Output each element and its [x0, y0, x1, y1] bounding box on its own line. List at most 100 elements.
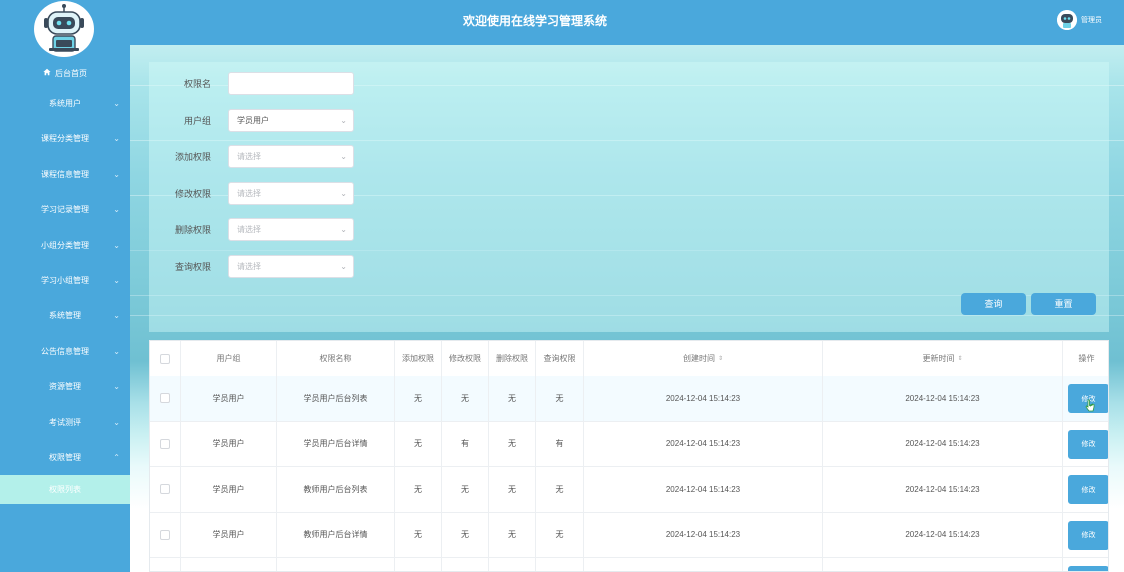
- cell-created: 2024-12-04 15:14:23: [584, 512, 823, 557]
- edit-button[interactable]: 修改: [1068, 520, 1108, 550]
- edit-button[interactable]: 修改: [1068, 475, 1108, 504]
- sidebar-item-label: 资源管理: [49, 382, 81, 392]
- chevron-down-icon: ⌄: [113, 99, 120, 108]
- select-placeholder: 请选择: [237, 188, 261, 198]
- cell-delete: 无: [489, 421, 536, 466]
- row-checkbox[interactable]: [160, 529, 170, 540]
- cell-updated: 2024-12-04 15:14:23: [823, 421, 1063, 466]
- field-label: 添加权限: [174, 151, 211, 162]
- sort-icon: ⇕: [957, 356, 963, 362]
- sidebar-item-home[interactable]: 后台首页: [0, 62, 130, 86]
- cell-edit: 无: [442, 467, 489, 512]
- row-select-cell: [150, 376, 181, 421]
- edit-button[interactable]: 修改: [1068, 429, 1108, 459]
- sidebar-item-course-category[interactable]: 课程分类管理 ⌄: [0, 121, 130, 156]
- column-header: 修改权限: [442, 341, 489, 376]
- reset-button[interactable]: 重置: [1031, 293, 1096, 315]
- chevron-down-icon: ⌄: [113, 382, 120, 392]
- cell-user-group: 学员用户: [181, 512, 277, 557]
- chevron-down-icon: ⌄: [113, 205, 120, 215]
- search-row-delete-permission: 删除权限 请选择 ⌄: [149, 217, 354, 241]
- cell-created: 2024-12-04 15:14:23: [584, 467, 823, 512]
- table-header: 用户组 权限名称 添加权限 修改权限 删除权限 查询权限 创建时间 ⇕ 更新时间 ⇕…: [150, 341, 1108, 377]
- cell-user-group: 学员用户: [181, 376, 277, 421]
- permissions-table: 用户组 权限名称 添加权限 修改权限 删除权限 查询权限 创建时间 ⇕ 更新时间 ⇕…: [149, 340, 1109, 572]
- cell-updated: 2024-12-04 15:14:23: [823, 467, 1063, 512]
- user-menu[interactable]: 管理员: [1057, 10, 1102, 30]
- table-row: 学员用户 教师用户后台详情 无 无 无 无 2024-12-04 15:14:2…: [150, 512, 1108, 558]
- edit-permission-select[interactable]: 请选择 ⌄: [228, 181, 354, 205]
- cell-delete: 无: [489, 467, 536, 512]
- sidebar-item-permissions[interactable]: 权限管理 ⌃: [0, 440, 130, 475]
- pointer-cursor-icon: [1085, 399, 1095, 415]
- table-cell: [489, 558, 536, 571]
- sidebar-item-label: 学习记录管理: [41, 205, 89, 215]
- query-permission-select[interactable]: 请选择 ⌄: [228, 254, 354, 278]
- chevron-down-icon: ⌄: [340, 261, 347, 271]
- sidebar-item-system-management[interactable]: 系统管理 ⌄: [0, 298, 130, 333]
- sidebar-item-label: 课程信息管理: [41, 169, 89, 179]
- chevron-down-icon: ⌄: [340, 224, 347, 234]
- page-title: 欢迎使用在线学习管理系统: [462, 14, 607, 28]
- sidebar-item-label: 系统管理: [49, 311, 81, 321]
- row-checkbox[interactable]: [160, 393, 170, 404]
- search-row-permission-name: 权限名: [149, 71, 354, 95]
- cell-delete: 无: [489, 512, 536, 557]
- robot-logo-icon: [34, 1, 94, 57]
- table-row: 学员用户 学员用户后台列表 无 无 无 无 2024-12-04 15:14:2…: [150, 376, 1108, 422]
- query-button[interactable]: 查询: [961, 293, 1026, 315]
- cell-user-group: 学员用户: [181, 467, 277, 512]
- field-label: 删除权限: [174, 224, 211, 235]
- cell-query: 无: [536, 512, 584, 557]
- sidebar-item-group-category[interactable]: 小组分类管理 ⌄: [0, 228, 130, 263]
- sidebar-menu: 后台首页 系统用户 ⌄ 课程分类管理 ⌄ 课程信息管理 ⌄ 学习记录管理 ⌄ 小组分类管…: [0, 62, 130, 505]
- delete-permission-select[interactable]: 请选择 ⌄: [228, 217, 354, 241]
- chevron-down-icon: ⌄: [113, 169, 120, 179]
- table-cell: [395, 558, 442, 571]
- home-icon: [43, 62, 51, 86]
- cell-updated: 2024-12-04 15:14:23: [823, 512, 1063, 557]
- chevron-down-icon: ⌄: [340, 151, 347, 161]
- sidebar-item-label: 学习小组管理: [41, 275, 89, 285]
- column-header-sortable[interactable]: 更新时间 ⇕: [823, 341, 1063, 376]
- cell-add: 无: [395, 376, 442, 421]
- chevron-down-icon: ⌄: [113, 311, 120, 321]
- cell-delete: 无: [489, 376, 536, 421]
- chevron-down-icon: ⌄: [113, 240, 120, 250]
- chevron-up-icon: ⌃: [113, 452, 120, 462]
- table-cell: [181, 558, 277, 571]
- cell-created: 2024-12-04 15:14:23: [584, 376, 823, 421]
- table-row-partial: [150, 558, 1108, 571]
- table-cell: [823, 558, 1063, 571]
- add-permission-select[interactable]: 请选择 ⌄: [228, 144, 354, 168]
- row-select-cell: [150, 467, 181, 512]
- user-avatar-icon: [1057, 10, 1077, 30]
- top-header: 欢迎使用在线学习管理系统 管理员: [130, 0, 1124, 45]
- user-label: 管理员: [1081, 17, 1102, 24]
- sidebar-item-study-groups[interactable]: 学习小组管理 ⌄: [0, 263, 130, 298]
- chevron-down-icon: ⌄: [113, 417, 120, 427]
- select-all-checkbox[interactable]: [160, 353, 170, 364]
- sidebar-item-exams[interactable]: 考试测评 ⌄: [0, 405, 130, 440]
- permission-name-input[interactable]: [228, 71, 354, 95]
- edit-button[interactable]: [1068, 566, 1108, 571]
- cell-permission-name: 学员用户后台详情: [277, 421, 395, 466]
- field-label: 修改权限: [174, 188, 211, 199]
- cell-query: 无: [536, 467, 584, 512]
- row-checkbox[interactable]: [160, 484, 170, 495]
- user-group-select[interactable]: 学员用户 ⌄: [228, 108, 354, 132]
- column-header: 删除权限: [489, 341, 536, 376]
- sidebar-item-course-info[interactable]: 课程信息管理 ⌄: [0, 157, 130, 192]
- table-cell: [584, 558, 823, 571]
- sidebar-item-announcements[interactable]: 公告信息管理 ⌄: [0, 334, 130, 369]
- column-header-sortable[interactable]: 创建时间 ⇕: [584, 341, 823, 376]
- sidebar-subitem-permission-list[interactable]: 权限列表: [0, 475, 130, 505]
- select-placeholder: 请选择: [237, 151, 261, 161]
- sidebar-item-study-records[interactable]: 学习记录管理 ⌄: [0, 192, 130, 227]
- row-checkbox[interactable]: [160, 438, 170, 449]
- cell-add: 无: [395, 467, 442, 512]
- sidebar-item-resources[interactable]: 资源管理 ⌄: [0, 369, 130, 404]
- table-row: 学员用户 教师用户后台列表 无 无 无 无 2024-12-04 15:14:2…: [150, 467, 1108, 513]
- sidebar-item-system-users[interactable]: 系统用户 ⌄: [0, 86, 130, 121]
- sidebar-item-label: 考试测评: [49, 417, 81, 427]
